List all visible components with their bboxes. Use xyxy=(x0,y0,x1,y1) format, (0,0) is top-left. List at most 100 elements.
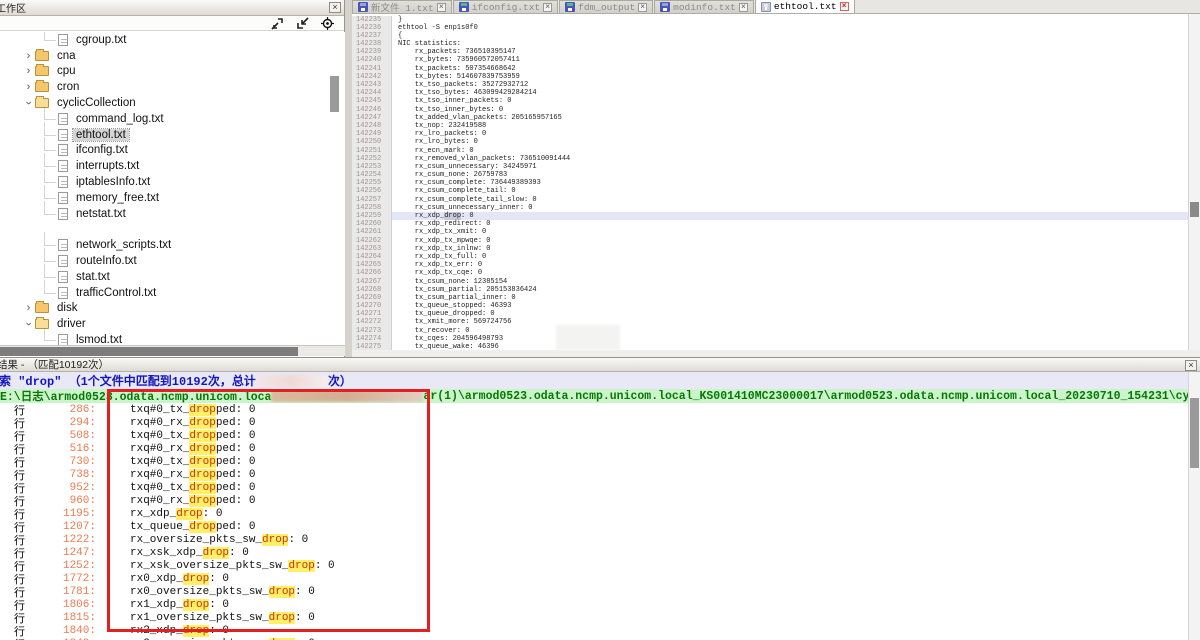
editor-line[interactable]: 142272 tx_xmit_more: 569724756 xyxy=(352,318,1188,326)
editor-vertical-scrollbar[interactable] xyxy=(1188,14,1200,350)
editor-line[interactable]: 142263 rx_xdp_tx_inlnw: 0 xyxy=(352,245,1188,253)
tree-item-label[interactable]: routeInfo.txt xyxy=(73,255,140,267)
tree-item-label[interactable]: cron xyxy=(54,81,82,93)
editor-line[interactable]: 142236 ethtool -S enp1s0f0 xyxy=(352,24,1188,32)
editor-line[interactable]: 142241 tx_packets: 507354668642 xyxy=(352,65,1188,73)
editor-line[interactable]: 142245 tx_tso_inner_packets: 0 xyxy=(352,97,1188,105)
tree-item-label[interactable]: network_scripts.txt xyxy=(73,239,174,251)
workspace-close-icon[interactable]: × xyxy=(329,2,341,13)
editor-line[interactable]: 142247 tx_added_vlan_packets: 2051659571… xyxy=(352,114,1188,122)
results-vscroll-thumb[interactable] xyxy=(1190,398,1199,468)
editor-line[interactable]: 142238 NIC statistics: xyxy=(352,40,1188,48)
collapse-all-icon[interactable] xyxy=(296,17,309,30)
tree-twisty-icon[interactable]: › xyxy=(22,50,35,62)
tab-close-icon[interactable]: × xyxy=(543,3,552,12)
editor-line[interactable]: 142244 tx_tso_bytes: 463099429284214 xyxy=(352,89,1188,97)
tab-close-icon[interactable]: × xyxy=(437,3,446,12)
tree-twisty-icon[interactable]: › xyxy=(23,97,35,110)
tree-twisty-icon[interactable]: › xyxy=(23,318,35,331)
editor-line[interactable]: 142274 tx_cqes: 204596498793 xyxy=(352,335,1188,343)
tree-item-label[interactable]: iptablesInfo.txt xyxy=(73,176,153,188)
tree-item-label[interactable]: interrupts.txt xyxy=(73,160,142,172)
tree-item-label[interactable]: cpu xyxy=(54,65,79,77)
tree-item[interactable]: › cpu xyxy=(0,64,345,80)
editor-line[interactable]: 142266 rx_xdp_tx_cqe: 0 xyxy=(352,269,1188,277)
code-view[interactable]: 142235 } 142236 ethtool -S enp1s0f0 1422… xyxy=(352,14,1188,350)
editor-line[interactable]: 142269 tx_csum_partial_inner: 0 xyxy=(352,294,1188,302)
tree-horizontal-scrollbar[interactable] xyxy=(0,345,345,356)
editor-tab[interactable]: ifconfig.txt × xyxy=(453,0,558,13)
editor-line[interactable]: 142253 rx_csum_unnecessary: 34245971 xyxy=(352,163,1188,171)
tree-twisty-icon[interactable]: › xyxy=(22,65,35,77)
editor-line[interactable]: 142235 } xyxy=(352,16,1188,24)
editor-line[interactable]: 142249 rx_lro_packets: 0 xyxy=(352,130,1188,138)
editor-tab[interactable]: 新文件 1.txt × xyxy=(352,0,452,13)
editor-line[interactable]: 142267 tx_csum_none: 12385154 xyxy=(352,278,1188,286)
editor-line[interactable]: 142251 rx_ecn_mark: 0 xyxy=(352,147,1188,155)
editor-line[interactable]: 142275 tx_queue_wake: 46396 xyxy=(352,343,1188,350)
tab-label[interactable]: fdm_output xyxy=(578,2,635,13)
tree-item-label[interactable]: command_log.txt xyxy=(73,113,167,125)
editor-line[interactable]: 142255 rx_csum_complete: 736449389393 xyxy=(352,179,1188,187)
tree-item-label[interactable]: lsmod.txt xyxy=(73,334,125,345)
editor-line[interactable]: 142250 rx_lro_bytes: 0 xyxy=(352,138,1188,146)
tree-item-label[interactable]: cgroup.txt xyxy=(73,34,130,46)
editor-line[interactable]: 142243 tx_tso_packets: 35272932712 xyxy=(352,81,1188,89)
editor-line[interactable]: 142262 rx_xdp_tx_mpwqe: 0 xyxy=(352,237,1188,245)
tree-item[interactable]: lsmod.txt xyxy=(0,332,345,345)
tree-item-label[interactable]: ifconfig.txt xyxy=(73,144,131,156)
tree-item[interactable]: › cron xyxy=(0,79,345,95)
tab-close-icon[interactable]: × xyxy=(638,3,647,12)
editor-line[interactable]: 142248 tx_nop: 232419588 xyxy=(352,122,1188,130)
editor-line[interactable]: 142239 rx_packets: 736510395147 xyxy=(352,48,1188,56)
tab-label[interactable]: modinfo.txt xyxy=(673,2,736,13)
editor-line[interactable]: 142268 tx_csum_partial: 205153836424 xyxy=(352,286,1188,294)
editor-line[interactable]: 142261 rx_xdp_tx_xmit: 0 xyxy=(352,228,1188,236)
editor-tab[interactable]: modinfo.txt × xyxy=(654,0,754,13)
editor-line[interactable]: 142270 tx_queue_stopped: 46393 xyxy=(352,302,1188,310)
editor-line[interactable]: 142271 tx_queue_dropped: 0 xyxy=(352,310,1188,318)
editor-tab[interactable]: fdm_output × xyxy=(559,0,653,13)
tree-item[interactable]: cgroup.txt xyxy=(0,32,345,48)
tree-twisty-icon[interactable]: › xyxy=(22,81,35,93)
editor-vscroll-thumb[interactable] xyxy=(1190,202,1199,217)
tree-item-label[interactable]: netstat.txt xyxy=(73,208,129,220)
tree-item[interactable]: trafficControl.txt xyxy=(0,285,345,301)
tree-item-label[interactable]: trafficControl.txt xyxy=(73,287,159,299)
tree-hscroll-thumb[interactable] xyxy=(0,347,298,356)
editor-line[interactable]: 142246 tx_tso_inner_bytes: 0 xyxy=(352,106,1188,114)
editor-line[interactable]: 142265 rx_xdp_tx_err: 0 xyxy=(352,261,1188,269)
editor-line[interactable]: 142260 rx_xdp_redirect: 0 xyxy=(352,220,1188,228)
editor-line[interactable]: 142254 rx_csum_none: 26759783 xyxy=(352,171,1188,179)
tab-label[interactable]: ethtool.txt xyxy=(774,1,837,12)
tree-item-label[interactable]: cna xyxy=(54,50,79,62)
tab-close-icon[interactable]: × xyxy=(739,3,748,12)
search-summary-line[interactable]: 搜索 "drop" （1个文件中匹配到10192次，总计 次） xyxy=(0,372,1200,389)
editor-line[interactable]: 142273 tx_recover: 0 xyxy=(352,327,1188,335)
tab-close-icon[interactable]: × xyxy=(840,2,849,11)
expand-all-icon[interactable] xyxy=(271,17,284,30)
tree-item-label[interactable]: stat.txt xyxy=(73,271,113,283)
results-vertical-scrollbar[interactable] xyxy=(1188,372,1200,640)
tree-item[interactable]: › cna xyxy=(0,48,345,64)
tree-item-label[interactable]: cyclicCollection xyxy=(54,97,139,109)
tab-label[interactable]: ifconfig.txt xyxy=(472,2,540,13)
tree-twisty-icon[interactable]: › xyxy=(22,302,35,314)
tree-item-label[interactable]: driver xyxy=(54,318,89,330)
tree-item-label[interactable]: ethtool.txt xyxy=(73,129,129,141)
results-close-icon[interactable]: × xyxy=(1185,360,1197,371)
locate-file-icon[interactable] xyxy=(321,17,334,30)
editor-line[interactable]: 142252 rx_removed_vlan_packets: 73651009… xyxy=(352,155,1188,163)
tab-label[interactable]: 新文件 1.txt xyxy=(371,0,434,14)
editor-tab[interactable]: ethtool.txt × xyxy=(755,0,855,13)
tree-item-label[interactable]: disk xyxy=(54,302,80,314)
editor-line[interactable]: 142240 rx_bytes: 735960572057411 xyxy=(352,56,1188,64)
tree-vertical-scrollbar[interactable] xyxy=(330,76,339,112)
tree-item-label[interactable]: memory_free.txt xyxy=(73,192,162,204)
editor-line[interactable]: 142259 rx_xdp_drop: 0 xyxy=(352,212,1188,220)
editor-line[interactable]: 142257 rx_csum_complete_tail_slow: 0 xyxy=(352,196,1188,204)
tree-item[interactable]: › disk xyxy=(0,301,345,317)
editor-horizontal-scrollbar[interactable] xyxy=(352,350,1200,357)
editor-line[interactable]: 142264 rx_xdp_tx_full: 0 xyxy=(352,253,1188,261)
tree-item[interactable]: netstat.txt xyxy=(0,206,345,222)
